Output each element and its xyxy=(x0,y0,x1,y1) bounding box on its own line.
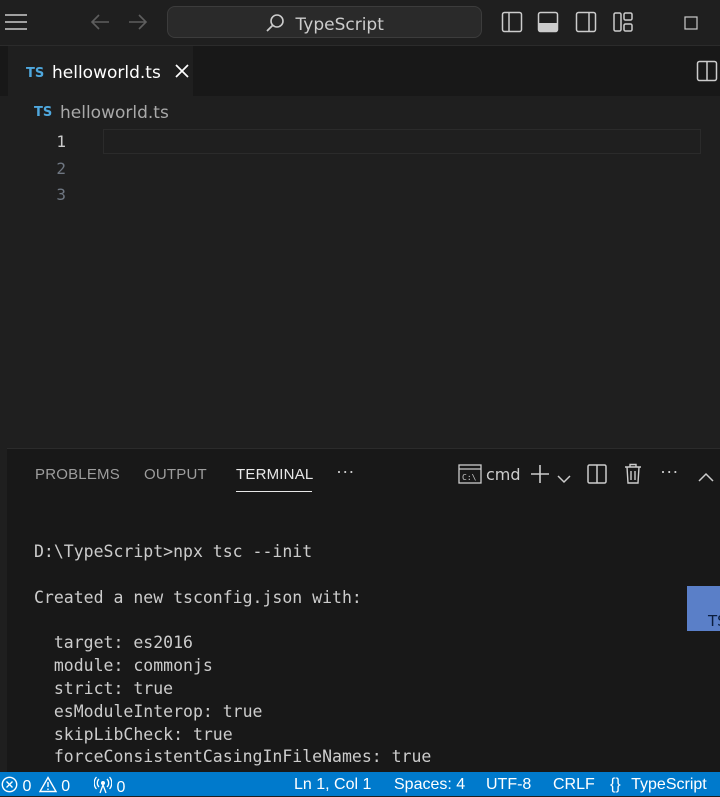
broadcast-icon xyxy=(93,776,113,796)
customize-layout-icon[interactable] xyxy=(612,11,634,37)
cursor-position[interactable]: Ln 1, Col 1 xyxy=(294,776,371,794)
terminal-line: target: es2016 xyxy=(34,633,193,652)
chevron-down-icon[interactable] xyxy=(557,469,571,488)
encoding-status[interactable]: UTF-8 xyxy=(486,776,531,794)
language-status[interactable]: {} TypeScript xyxy=(610,776,707,794)
line-number: 3 xyxy=(56,185,66,204)
title-bar: TypeScript xyxy=(0,0,720,46)
floating-widget-label: TS xyxy=(708,612,720,630)
current-line-highlight xyxy=(103,129,701,154)
close-icon[interactable] xyxy=(174,63,190,83)
terminal-line: strict: true xyxy=(34,679,174,698)
terminal-shell-label[interactable]: cmd xyxy=(486,465,521,484)
problems-status[interactable]: 0 0 xyxy=(1,776,70,796)
warning-count: 0 xyxy=(61,778,71,795)
new-terminal-icon[interactable] xyxy=(530,464,550,488)
terminal-line: forceConsistentCasingInFileNames: true xyxy=(34,747,432,766)
chevron-up-icon[interactable] xyxy=(698,467,714,486)
status-bar: 0 0 0 Ln 1, Col 1 Spaces: 4 UTF-8 CRLF {… xyxy=(0,772,720,796)
typescript-file-icon: TS xyxy=(26,66,45,81)
editor-tab-bar: TS helloworld.ts xyxy=(0,46,720,96)
split-terminal-icon[interactable] xyxy=(587,464,607,488)
svg-text:C:\: C:\ xyxy=(462,473,477,482)
warning-icon xyxy=(38,776,58,795)
terminal-line: Created a new tsconfig.json with: xyxy=(34,588,362,607)
ports-status[interactable]: 0 xyxy=(93,776,126,797)
back-arrow-icon[interactable] xyxy=(89,12,111,36)
command-center-search[interactable]: TypeScript xyxy=(167,6,482,38)
error-count: 0 xyxy=(22,778,32,795)
terminal-line: D:\TypeScript>npx tsc --init xyxy=(34,542,313,561)
tab-helloworld[interactable]: TS helloworld.ts xyxy=(8,46,193,96)
typescript-file-icon: TS xyxy=(34,105,53,120)
toggle-primary-sidebar-icon[interactable] xyxy=(501,11,523,37)
ports-count: 0 xyxy=(116,779,126,796)
line-number: 1 xyxy=(56,132,66,151)
breadcrumb-file[interactable]: helloworld.ts xyxy=(60,103,169,123)
breadcrumb: TS helloworld.ts xyxy=(0,96,720,128)
search-label: TypeScript xyxy=(295,15,384,35)
terminal-line: esModuleInterop: true xyxy=(34,702,263,721)
split-editor-icon[interactable] xyxy=(696,60,718,86)
tab-label: helloworld.ts xyxy=(52,63,161,83)
trash-icon[interactable] xyxy=(624,463,642,488)
eol-status[interactable]: CRLF xyxy=(553,776,595,794)
floating-widget[interactable]: TS xyxy=(687,586,720,631)
search-icon xyxy=(265,14,295,35)
error-icon xyxy=(1,776,18,795)
minimize-window-icon[interactable] xyxy=(684,15,698,34)
language-label: TypeScript xyxy=(631,776,707,793)
more-views-button[interactable]: ··· xyxy=(336,461,355,482)
tab-output[interactable]: OUTPUT xyxy=(144,466,207,483)
code-editor[interactable]: 1 2 3 xyxy=(0,128,720,448)
line-number: 2 xyxy=(56,159,66,178)
more-actions-button[interactable]: ··· xyxy=(660,461,679,482)
terminal-line: module: commonjs xyxy=(34,656,213,675)
toggle-panel-icon[interactable] xyxy=(537,11,559,37)
tab-terminal[interactable]: TERMINAL xyxy=(236,466,313,483)
terminal-shell-icon: C:\ xyxy=(458,464,482,488)
menu-icon[interactable] xyxy=(4,12,28,36)
active-tab-indicator xyxy=(236,491,312,492)
terminal-line: skipLibCheck: true xyxy=(34,725,233,744)
bottom-panel: PROBLEMS OUTPUT TERMINAL ··· C:\ cmd ···… xyxy=(7,448,720,772)
toggle-secondary-sidebar-icon[interactable] xyxy=(575,11,597,37)
braces-icon: {} xyxy=(610,776,621,793)
tab-problems[interactable]: PROBLEMS xyxy=(35,466,120,483)
indentation-status[interactable]: Spaces: 4 xyxy=(394,776,465,794)
forward-arrow-icon[interactable] xyxy=(127,12,149,36)
